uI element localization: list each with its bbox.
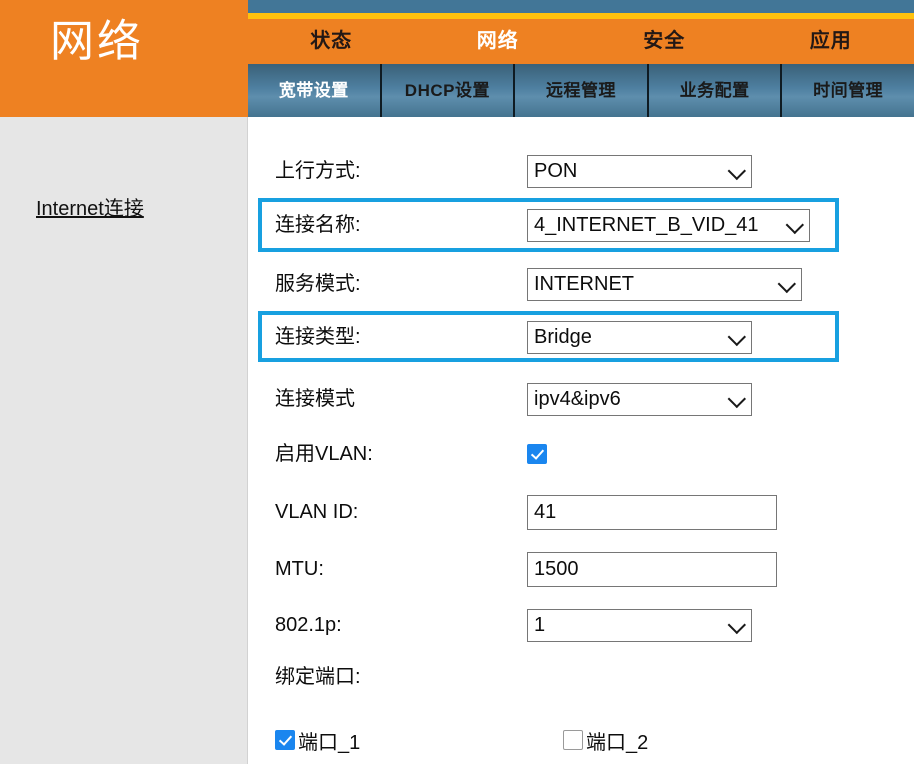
label-port-2: 端口_2: [586, 726, 648, 755]
select-service-mode[interactable]: INTERNET: [527, 268, 802, 301]
select-connection-name-value: 4_INTERNET_B_VID_41: [534, 214, 759, 237]
tab-dhcp-settings[interactable]: DHCP设置: [382, 64, 516, 117]
field-service-mode: 服务模式: INTERNET: [249, 258, 914, 310]
select-dot1p-value: 1: [534, 614, 545, 637]
label-vlan-id: VLAN ID:: [275, 486, 358, 538]
label-enable-vlan: 启用VLAN:: [275, 428, 373, 480]
label-connection-type: 连接类型:: [275, 311, 361, 363]
sidebar-item-internet-connection[interactable]: Internet连接: [36, 192, 144, 221]
tab-service-config[interactable]: 业务配置: [649, 64, 783, 117]
nav-item-security[interactable]: 安全: [581, 19, 748, 64]
chevron-down-icon: [728, 328, 746, 346]
select-dot1p[interactable]: 1: [527, 609, 752, 642]
nav-item-network[interactable]: 网络: [415, 19, 582, 64]
select-service-mode-value: INTERNET: [534, 273, 634, 296]
select-connection-type-value: Bridge: [534, 326, 592, 349]
chevron-down-icon: [728, 616, 746, 634]
label-service-mode: 服务模式:: [275, 258, 361, 310]
tab-remote-management[interactable]: 远程管理: [515, 64, 649, 117]
tab-broadband-settings[interactable]: 宽带设置: [248, 64, 382, 117]
field-connection-type: 连接类型: Bridge: [249, 311, 914, 363]
field-connection-name: 连接名称: 4_INTERNET_B_VID_41: [249, 199, 914, 251]
input-mtu[interactable]: [527, 552, 777, 587]
label-mtu: MTU:: [275, 543, 324, 595]
secondary-nav: 宽带设置 DHCP设置 远程管理 业务配置 时间管理: [248, 64, 914, 117]
label-uplink-mode: 上行方式:: [275, 145, 361, 197]
checkbox-port-2[interactable]: [563, 730, 583, 750]
chevron-down-icon: [778, 275, 796, 293]
select-connection-mode[interactable]: ipv4&ipv6: [527, 383, 752, 416]
select-uplink-mode-value: PON: [534, 160, 577, 183]
logo-panel: 网络: [0, 0, 248, 117]
select-uplink-mode[interactable]: PON: [527, 155, 752, 188]
nav-item-application[interactable]: 应用: [748, 19, 914, 64]
checkbox-item-port-2[interactable]: 端口_2: [563, 726, 648, 755]
field-connection-mode: 连接模式 ipv4&ipv6: [249, 373, 914, 425]
field-vlan-id: VLAN ID:: [249, 486, 914, 538]
checkbox-port-1[interactable]: [275, 730, 295, 750]
settings-form: 上行方式: PON 连接名称: 4_INTERNET_B_VID_41 服务模式…: [249, 117, 914, 764]
field-mtu: MTU:: [249, 543, 914, 595]
label-bind-port: 绑定端口:: [275, 657, 361, 697]
page-header: 网络 状态 网络 安全 应用 宽带设置 DHCP设置 远程管理 业务配置 时间管…: [0, 0, 914, 118]
tab-time-management[interactable]: 时间管理: [782, 64, 914, 117]
select-connection-name[interactable]: 4_INTERNET_B_VID_41: [527, 209, 810, 242]
header-right: 状态 网络 安全 应用 宽带设置 DHCP设置 远程管理 业务配置 时间管理: [248, 0, 914, 118]
label-connection-mode: 连接模式: [275, 373, 355, 425]
select-connection-mode-value: ipv4&ipv6: [534, 388, 621, 411]
field-uplink-mode: 上行方式: PON: [249, 145, 914, 197]
input-vlan-id[interactable]: [527, 495, 777, 530]
page-title: 网络: [50, 20, 144, 64]
primary-nav: 状态 网络 安全 应用: [248, 19, 914, 64]
nav-item-status[interactable]: 状态: [248, 19, 415, 64]
sidebar: Internet连接: [0, 117, 248, 764]
select-connection-type[interactable]: Bridge: [527, 321, 752, 354]
bind-port-checkbox-row: 端口_1 端口_2: [249, 722, 914, 758]
top-accent-strip-blue: [248, 0, 914, 13]
chevron-down-icon: [728, 390, 746, 408]
field-dot1p: 802.1p: 1: [249, 599, 914, 651]
label-port-1: 端口_1: [298, 726, 360, 755]
label-connection-name: 连接名称:: [275, 199, 361, 251]
field-enable-vlan: 启用VLAN:: [249, 428, 914, 480]
field-bind-port: 绑定端口:: [249, 657, 914, 697]
chevron-down-icon: [728, 162, 746, 180]
chevron-down-icon: [786, 216, 804, 234]
checkbox-enable-vlan[interactable]: [527, 444, 547, 464]
label-dot1p: 802.1p:: [275, 599, 342, 651]
checkbox-item-port-1[interactable]: 端口_1: [275, 726, 360, 755]
